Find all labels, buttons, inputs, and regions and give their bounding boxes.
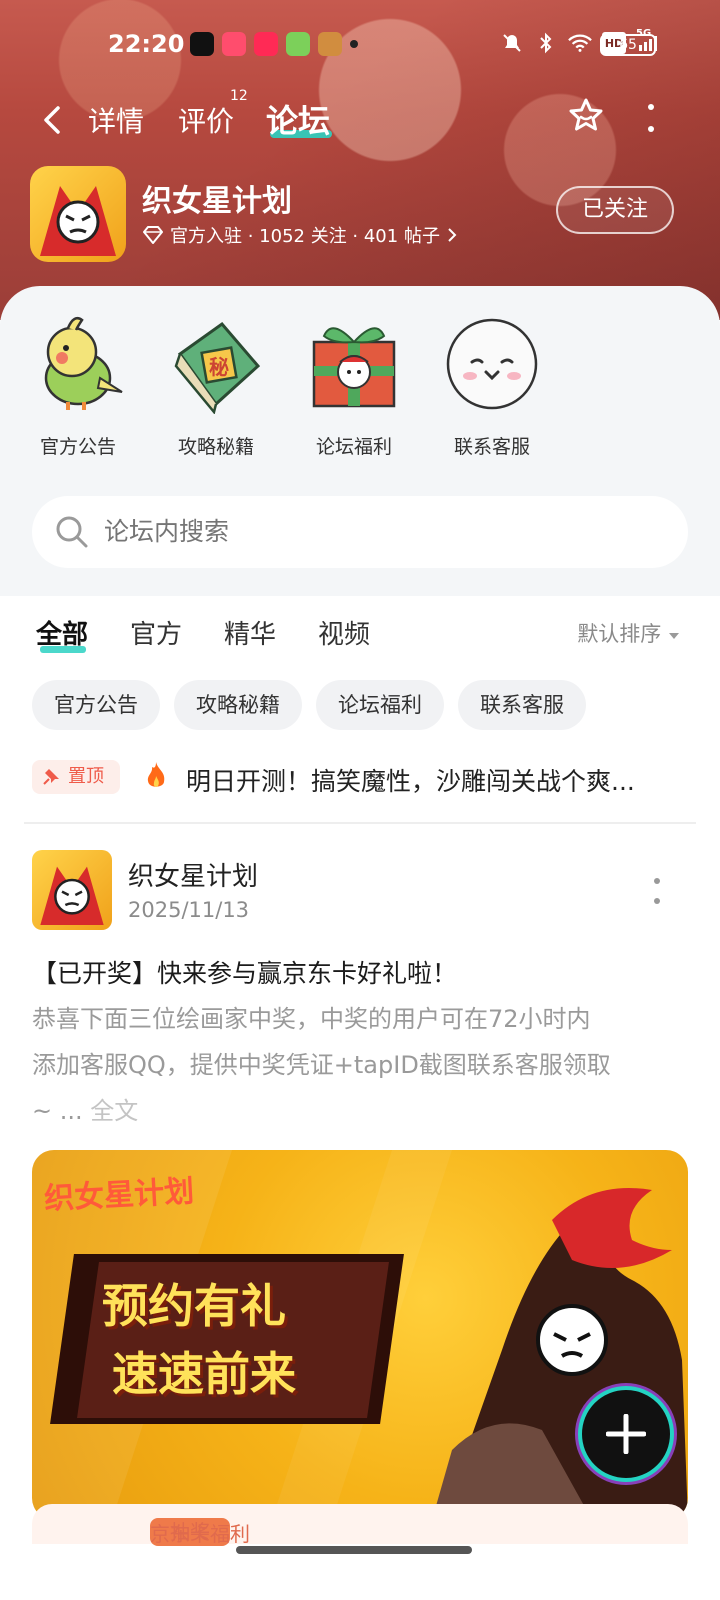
divider [24, 822, 696, 824]
shortcut-label: 联系客服 [453, 436, 530, 458]
game-logo [30, 166, 126, 262]
forum-search-bar[interactable] [32, 496, 688, 568]
secret-book-icon: 秘 [166, 314, 266, 415]
game-info: 织女星计划 官方入驻 · 1052 关注 · 401 帖子 已关注 [30, 166, 690, 262]
sort-label: 默认排序 [577, 622, 662, 646]
caret-down-icon [669, 633, 679, 639]
status-bar: 22:20 HD 5G 65 [0, 28, 720, 64]
post-title[interactable]: 【已开奖】快来参与赢京东卡好礼啦！ [32, 954, 457, 990]
next-post-preview[interactable]: 抽奖 京东卡福利 [32, 1504, 688, 1546]
more-options-icon[interactable] [644, 104, 658, 132]
music-app-icon [254, 32, 278, 56]
pin-icon [43, 769, 59, 785]
search-input[interactable] [104, 496, 624, 568]
pinned-badge-label: 置顶 [68, 766, 104, 787]
wifi-icon [568, 32, 592, 54]
shortcut-benefits[interactable]: 论坛福利 [294, 314, 414, 459]
parrot-icon [28, 314, 128, 414]
tab-forum[interactable]: 论坛 [266, 96, 330, 142]
post-body[interactable]: 恭喜下面三位绘画家中奖，中奖的用户可在72小时内 添加客服QQ，提供中奖凭证+t… [32, 996, 692, 1134]
category-chips: 官方公告 攻略秘籍 论坛福利 联系客服 [32, 680, 586, 730]
tab-details[interactable]: 详情 [88, 100, 144, 140]
svg-text:秘: 秘 [209, 355, 229, 379]
shortcut-customer-service[interactable]: 联系客服 [432, 314, 552, 459]
fire-icon [144, 760, 168, 797]
shortcut-label: 论坛福利 [315, 436, 392, 458]
game-title: 织女星计划 [142, 184, 292, 219]
game-meta-text: 官方入驻 · 1052 关注 · 401 帖子 [170, 226, 440, 247]
status-time: 22:20 [108, 30, 185, 58]
chip-guides[interactable]: 攻略秘籍 [174, 680, 302, 730]
plus-icon [606, 1414, 646, 1454]
forum-shortcuts-panel: 官方公告 秘 攻略秘籍 论坛福利 联系客服 论坛内搜索 [0, 286, 720, 596]
create-post-button[interactable] [578, 1386, 674, 1482]
diamond-icon [143, 226, 163, 244]
shortcut-label: 官方公告 [39, 436, 116, 458]
battery-indicator: 65 [600, 34, 656, 56]
pinned-badge: 置顶 [32, 760, 120, 794]
more-notifications-dot-icon [350, 40, 358, 48]
shortcut-official-notice[interactable]: 官方公告 [18, 314, 138, 459]
tab-featured[interactable]: 精华 [224, 614, 276, 651]
banner-logo: 织女星计划 [43, 1174, 195, 1217]
next-post-title: 京东卡福利 [150, 1522, 250, 1546]
tiktok-icon [190, 32, 214, 56]
tab-reviews[interactable]: 评价 [178, 100, 234, 140]
forum-filter-tabs: 全部 官方 精华 视频 默认排序 [0, 612, 720, 662]
shortcut-label: 攻略秘籍 [177, 436, 254, 458]
post-body-line: 添加客服QQ，提供中奖凭证+tapID截图联系客服领取 [32, 1051, 611, 1079]
home-indicator[interactable] [236, 1546, 472, 1554]
game-hero-header: 22:20 HD 5G 65 详情 评价 12 论坛 织女星计划 官方入驻 · … [0, 0, 720, 320]
read-full-link[interactable]: 全文 [90, 1097, 138, 1125]
author-avatar[interactable] [32, 850, 112, 930]
reviews-count-badge: 12 [230, 88, 248, 104]
top-navigation: 详情 评价 12 论坛 [0, 88, 720, 148]
bluetooth-icon [534, 32, 558, 54]
post-body-line: 恭喜下面三位绘画家中奖，中奖的用户可在72小时内 [32, 1005, 591, 1033]
gift-box-icon [304, 314, 404, 414]
post-body-line: ~ ... [32, 1097, 91, 1125]
favorite-star-icon[interactable] [566, 96, 606, 136]
game-stats[interactable]: 官方入驻 · 1052 关注 · 401 帖子 [142, 222, 458, 248]
pinned-post[interactable]: 置顶 明日开测！搞笑魔性，沙雕闯关战个爽... [32, 754, 692, 802]
post-date: 2025/11/13 [128, 898, 250, 922]
follow-button[interactable]: 已关注 [556, 186, 674, 234]
search-icon [56, 516, 88, 548]
pinned-post-title: 明日开测！搞笑魔性，沙雕闯关战个爽... [186, 767, 635, 796]
tab-all[interactable]: 全部 [36, 614, 88, 651]
back-arrow-icon[interactable] [38, 104, 66, 136]
chip-official-notice[interactable]: 官方公告 [32, 680, 160, 730]
banner-headline-2: 速速前来 [112, 1347, 296, 1401]
chevron-right-icon [448, 228, 457, 242]
tab-video[interactable]: 视频 [318, 614, 370, 651]
banner-headline-1: 预约有礼 [102, 1279, 286, 1333]
chip-benefits[interactable]: 论坛福利 [316, 680, 444, 730]
game-app-icon [318, 32, 342, 56]
notification-app-icons [190, 32, 358, 56]
chat-app-icon [286, 32, 310, 56]
service-face-icon [442, 314, 542, 414]
video-app-icon [222, 32, 246, 56]
post-more-icon[interactable] [652, 878, 662, 904]
author-name[interactable]: 织女星计划 [128, 856, 258, 893]
sort-dropdown[interactable]: 默认排序 [577, 618, 680, 648]
shortcut-guides[interactable]: 秘 攻略秘籍 [156, 314, 276, 459]
mute-icon [500, 32, 524, 54]
tab-official[interactable]: 官方 [130, 614, 182, 651]
chip-customer-service[interactable]: 联系客服 [458, 680, 586, 730]
